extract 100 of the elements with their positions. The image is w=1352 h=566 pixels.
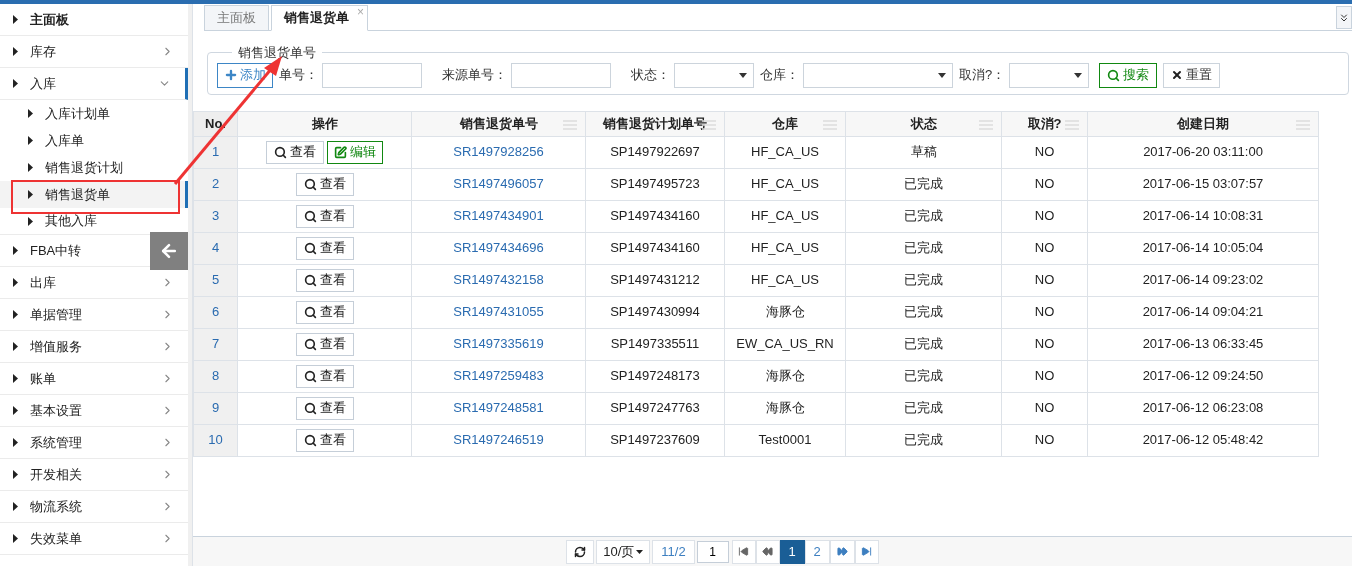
table-cell: 已完成 xyxy=(846,200,1002,232)
reset-button[interactable]: 重置 xyxy=(1163,62,1221,88)
sidebar-item[interactable]: 入库 xyxy=(0,68,188,100)
view-button[interactable]: 查看 xyxy=(295,268,354,292)
sidebar-item[interactable]: 增值服务 xyxy=(0,331,188,363)
table-cell: 2017-06-14 10:08:31 xyxy=(1088,200,1319,232)
sidebar-item[interactable]: 账单 xyxy=(0,363,188,395)
column-header[interactable]: No. xyxy=(194,111,238,136)
search-icon xyxy=(1107,68,1121,82)
last-page-button[interactable] xyxy=(854,539,879,564)
select-field[interactable] xyxy=(803,62,953,88)
next-page-button[interactable] xyxy=(829,539,855,564)
input-field[interactable] xyxy=(511,62,611,88)
search-icon xyxy=(303,241,317,255)
sidebar-item[interactable]: 单据管理 xyxy=(0,299,188,331)
view-button[interactable]: 查看 xyxy=(295,204,354,228)
edit-button[interactable]: 编辑 xyxy=(327,140,383,164)
tabs-menu-button[interactable] xyxy=(1336,6,1352,29)
page-info: 11/2 xyxy=(652,539,695,564)
order-link[interactable]: SR1497335619 xyxy=(453,334,544,354)
chevrons-down-icon xyxy=(1338,11,1350,24)
sidebar-subitem[interactable]: 销售退货单 xyxy=(0,181,188,208)
sidebar-item[interactable]: 库存 xyxy=(0,36,188,68)
column-header[interactable]: 销售退货计划单号 xyxy=(586,111,725,136)
sidebar-item[interactable]: 主面板 xyxy=(0,4,188,36)
page-button[interactable]: 2 xyxy=(804,539,830,564)
select-field[interactable] xyxy=(674,62,754,88)
row-number: 7 xyxy=(194,328,238,360)
sidebar-item[interactable]: 出库 xyxy=(0,267,188,299)
search-button[interactable]: 搜索 xyxy=(1099,62,1158,88)
view-button[interactable]: 查看 xyxy=(295,428,354,452)
triangle-icon xyxy=(13,470,18,479)
view-button[interactable]: 查看 xyxy=(295,332,354,356)
table-cell: SP1497335511 xyxy=(586,328,725,360)
field-label: 仓库： xyxy=(760,66,799,85)
table-cell: SP1497431212 xyxy=(586,264,725,296)
table-cell: SP1497495723 xyxy=(586,168,725,200)
column-header[interactable]: 销售退货单号 xyxy=(412,111,586,136)
column-header[interactable]: 仓库 xyxy=(725,111,846,136)
refresh-button[interactable] xyxy=(566,539,595,564)
table-cell: SP1497237609 xyxy=(586,424,725,456)
order-link[interactable]: SR1497928256 xyxy=(453,142,544,162)
view-button[interactable]: 查看 xyxy=(295,364,354,388)
column-header[interactable]: 状态 xyxy=(846,111,1002,136)
table-cell: 海豚仓 xyxy=(725,360,846,392)
input-field[interactable] xyxy=(322,62,422,88)
sidebar-item[interactable]: 物流系统 xyxy=(0,491,188,523)
last-page-icon xyxy=(861,546,873,557)
order-link[interactable]: SR1497496057 xyxy=(453,174,544,194)
order-link[interactable]: SR1497248581 xyxy=(453,398,544,418)
table-cell: SP1497922697 xyxy=(586,136,725,168)
order-link[interactable]: SR1497431055 xyxy=(453,302,544,322)
column-header[interactable]: 创建日期 xyxy=(1088,111,1319,136)
table-cell: HF_CA_US xyxy=(725,168,846,200)
fast-forward-icon xyxy=(836,546,848,557)
column-header[interactable]: 操作 xyxy=(238,111,412,136)
order-link[interactable]: SR1497432158 xyxy=(453,270,544,290)
sidebar-item[interactable]: 失效菜单 xyxy=(0,523,188,555)
table-cell: 已完成 xyxy=(846,264,1002,296)
sidebar-item[interactable]: 系统管理 xyxy=(0,427,188,459)
table-cell: SP1497247763 xyxy=(586,392,725,424)
edit-icon xyxy=(334,145,347,159)
view-button[interactable]: 查看 xyxy=(295,396,354,420)
collapse-sidebar-button[interactable] xyxy=(150,231,188,270)
order-link[interactable]: SR1497434901 xyxy=(453,206,544,226)
search-icon xyxy=(274,145,287,159)
table-cell: HF_CA_US xyxy=(725,136,846,168)
first-page-button[interactable] xyxy=(731,539,756,564)
view-button[interactable]: 查看 xyxy=(266,140,324,164)
previous-page-button[interactable] xyxy=(755,539,780,564)
sidebar-subitem[interactable]: 销售退货计划 xyxy=(0,154,188,181)
select-field[interactable] xyxy=(1009,62,1090,88)
tab[interactable]: 销售退货单 × xyxy=(271,5,368,31)
view-button[interactable]: 查看 xyxy=(295,172,354,196)
sidebar-subitem[interactable]: 入库单 xyxy=(0,127,188,154)
sidebar-item[interactable]: 开发相关 xyxy=(0,459,188,491)
tab[interactable]: 主面板 xyxy=(204,5,269,31)
row-number: 3 xyxy=(194,200,238,232)
order-link[interactable]: SR1497259483 xyxy=(453,366,544,386)
search-icon xyxy=(303,401,317,415)
triangle-icon xyxy=(13,406,18,415)
sidebar-item[interactable]: 基本设置 xyxy=(0,395,188,427)
table-cell: 2017-06-12 09:24:50 xyxy=(1088,360,1319,392)
page-input[interactable]: 1 xyxy=(696,540,729,563)
sidebar-subitem[interactable]: 入库计划单 xyxy=(0,100,188,127)
table-cell: NO xyxy=(1002,360,1088,392)
triangle-icon xyxy=(13,15,18,24)
table-cell: SP1497434160 xyxy=(586,200,725,232)
view-button[interactable]: 查看 xyxy=(295,300,354,324)
view-button[interactable]: 查看 xyxy=(295,236,354,260)
field-label: 状态： xyxy=(631,66,670,85)
page-button[interactable]: 1 xyxy=(779,539,805,564)
sidebar-item[interactable]: FBA中转 xyxy=(0,235,188,267)
table-cell: 海豚仓 xyxy=(725,296,846,328)
column-header[interactable]: 取消? xyxy=(1002,111,1088,136)
field-label: 取消?： xyxy=(959,66,1006,85)
order-link[interactable]: SR1497434696 xyxy=(453,238,544,258)
table-cell: NO xyxy=(1002,200,1088,232)
page-size-select[interactable]: 10/页 xyxy=(596,539,651,564)
order-link[interactable]: SR1497246519 xyxy=(453,430,544,450)
